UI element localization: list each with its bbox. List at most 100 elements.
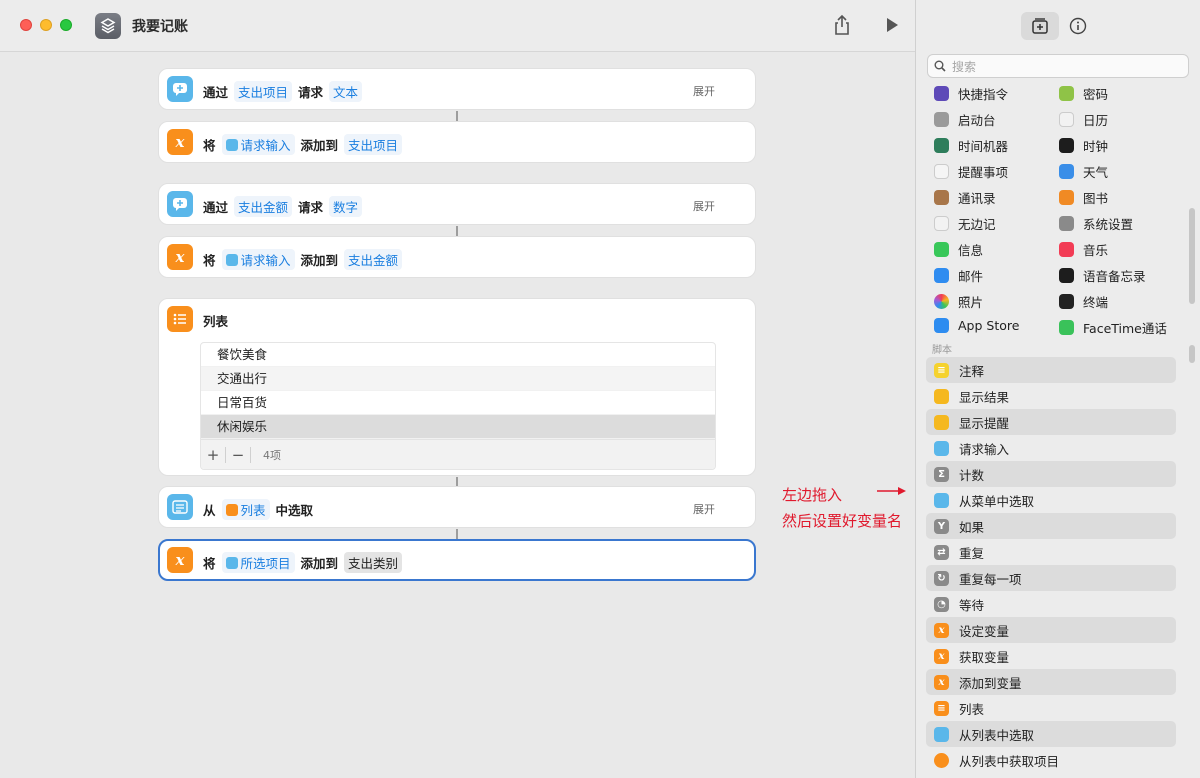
action-add-to-variable-selected[interactable]: x 将 所选项目 添加到 支出类别 (158, 539, 756, 581)
app-item[interactable]: 密码 (1059, 84, 1108, 103)
app-item[interactable]: 照片 (934, 292, 983, 311)
action-row: 将 请求输入 添加到 支出项目 (203, 134, 403, 155)
choose-list-mini-icon (225, 556, 238, 569)
input-type-token[interactable]: 数字 (329, 196, 363, 217)
title-bar: 我要记账 (0, 0, 915, 52)
arrow-right-icon (877, 487, 906, 495)
app-item[interactable]: 天气 (1059, 162, 1108, 181)
app-item[interactable]: 系统设置 (1059, 214, 1133, 233)
list-item[interactable]: 日常百货 (201, 391, 715, 415)
script-action-item[interactable]: x 添加到变量 (926, 669, 1176, 695)
time-machine-app-icon (934, 138, 949, 153)
scripts-scrollbar[interactable] (1189, 345, 1195, 363)
script-action-item[interactable]: Y 如果 (926, 513, 1176, 539)
ask-input-mini-icon (225, 138, 238, 151)
script-action-item[interactable]: x 设定变量 (926, 617, 1176, 643)
app-item[interactable]: 日历 (1059, 110, 1108, 129)
magic-variable-token[interactable]: 列表 (221, 499, 270, 520)
action-row: 将 所选项目 添加到 支出类别 (203, 552, 403, 573)
ask-input-icon (167, 76, 193, 102)
magic-variable-token[interactable]: 请求输入 (221, 249, 295, 270)
script-action-item[interactable]: 从菜单中选取 (926, 487, 1176, 513)
app-item[interactable]: 邮件 (934, 266, 983, 285)
info-icon[interactable] (1069, 17, 1087, 35)
app-item[interactable]: 音乐 (1059, 240, 1108, 259)
script-action-item[interactable]: ⇄ 重复 (926, 539, 1176, 565)
action-ask-for-input-amount[interactable]: 通过 支出金额 请求 数字 展开 (158, 183, 756, 225)
script-action-item[interactable]: x 获取变量 (926, 643, 1176, 669)
action-add-to-variable[interactable]: x 将 请求输入 添加到 支出金额 (158, 236, 756, 278)
scripting-actions-list: ≡ 注释 显示结果 显示提醒 请求输入 Σ 计数 从菜单中选取 Y 如果 ⇄ 重复 ↻ 重… (926, 357, 1176, 773)
variable-token[interactable]: 支出金额 (234, 196, 293, 217)
variable-name-token[interactable]: 支出项目 (344, 134, 403, 155)
script-action-item[interactable]: Σ 计数 (926, 461, 1176, 487)
script-action-item[interactable]: 从列表中选取 (926, 721, 1176, 747)
remove-item-button[interactable]: − (226, 446, 250, 464)
add-item-button[interactable]: + (201, 446, 225, 464)
app-item[interactable]: App Store (934, 318, 1019, 333)
list-title: 列表 (203, 314, 229, 329)
script-action-label: 计数 (959, 467, 985, 483)
list-item[interactable]: 休闲娱乐 (201, 415, 715, 439)
apps-scrollbar[interactable] (1189, 208, 1195, 304)
share-button[interactable] (832, 14, 852, 36)
app-item[interactable]: FaceTime通话 (1059, 318, 1167, 337)
choose-from-menu-icon (934, 492, 949, 508)
facetime-app-icon (1059, 320, 1074, 335)
script-action-item[interactable]: 请求输入 (926, 435, 1176, 461)
list-item[interactable]: 餐饮美食 (201, 343, 715, 367)
input-type-token[interactable]: 文本 (329, 81, 363, 102)
action-choose-from-list[interactable]: 从 列表 中选取 展开 (158, 486, 756, 528)
mid-label: 请求 (298, 200, 324, 215)
panel-toolbar (916, 0, 1200, 52)
verb-label: 从 (203, 503, 216, 518)
action-library-panel: 搜索 快捷指令 密码 启动台 日历 时间机器 时钟 提醒事项 天气 通讯录 图书… (915, 0, 1200, 778)
action-add-to-variable[interactable]: x 将 请求输入 添加到 支出项目 (158, 121, 756, 163)
app-item[interactable]: 信息 (934, 240, 983, 259)
app-item[interactable]: 无边记 (934, 214, 996, 233)
wait-icon: ◔ (934, 596, 949, 612)
token-label: 请求输入 (240, 138, 291, 153)
script-action-item[interactable]: ↻ 重复每一项 (926, 565, 1176, 591)
expand-button[interactable]: 展开 (693, 83, 715, 99)
app-item[interactable]: 语音备忘录 (1059, 266, 1146, 285)
zoom-window-button[interactable] (60, 19, 72, 31)
action-row: 通过 支出项目 请求 文本 (203, 81, 363, 102)
app-item[interactable]: 提醒事项 (934, 162, 1008, 181)
minimize-window-button[interactable] (40, 19, 52, 31)
script-action-item[interactable]: 从列表中获取项目 (926, 747, 1176, 773)
divider (250, 446, 251, 463)
variable-token[interactable]: 支出项目 (234, 81, 293, 102)
app-item[interactable]: 启动台 (934, 110, 996, 129)
script-action-item[interactable]: ◔ 等待 (926, 591, 1176, 617)
variable-name-token[interactable]: 支出金额 (344, 249, 403, 270)
expand-button[interactable]: 展开 (693, 501, 715, 517)
script-action-item[interactable]: 显示提醒 (926, 409, 1176, 435)
app-item[interactable]: 快捷指令 (934, 84, 1008, 103)
weather-app-icon (1059, 164, 1074, 179)
app-item[interactable]: 终端 (1059, 292, 1108, 311)
script-action-item[interactable]: 显示结果 (926, 383, 1176, 409)
variable-name-field[interactable]: 支出类别 (344, 552, 403, 573)
show-alert-icon (934, 414, 949, 430)
app-label: 通讯录 (958, 191, 996, 206)
script-action-item[interactable]: ≡ 注释 (926, 357, 1176, 383)
close-window-button[interactable] (20, 19, 32, 31)
app-label: 系统设置 (1083, 217, 1134, 232)
app-item[interactable]: 图书 (1059, 188, 1108, 207)
action-list[interactable]: 列表 餐饮美食 交通出行 日常百货 休闲娱乐 + − 4项 (158, 298, 756, 476)
action-library-button[interactable] (1021, 12, 1059, 40)
action-ask-for-input-item[interactable]: 通过 支出项目 请求 文本 展开 (158, 68, 756, 110)
app-item[interactable]: 通讯录 (934, 188, 996, 207)
script-action-item[interactable]: ≡ 列表 (926, 695, 1176, 721)
token-label: 请求输入 (240, 253, 291, 268)
search-field[interactable]: 搜索 (927, 54, 1189, 78)
if-icon: Y (934, 518, 949, 534)
app-item[interactable]: 时间机器 (934, 136, 1008, 155)
run-button[interactable] (884, 17, 900, 33)
expand-button[interactable]: 展开 (693, 198, 715, 214)
magic-variable-token[interactable]: 请求输入 (221, 134, 295, 155)
list-item[interactable]: 交通出行 (201, 367, 715, 391)
app-item[interactable]: 时钟 (1059, 136, 1108, 155)
magic-variable-token[interactable]: 所选项目 (221, 552, 295, 573)
